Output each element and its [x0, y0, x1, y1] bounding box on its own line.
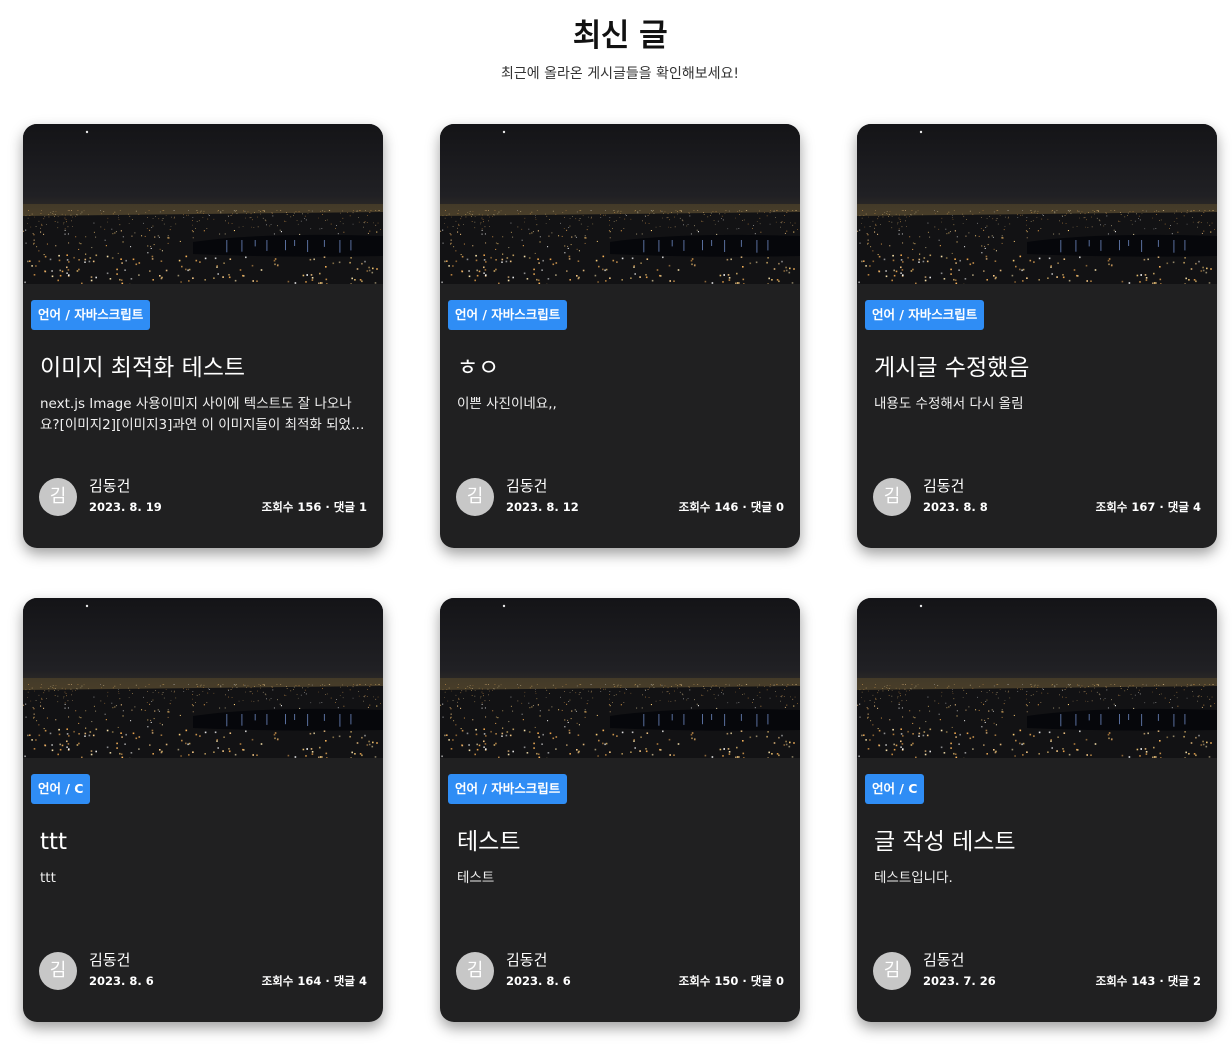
- category-badge[interactable]: 언어 / 자바스크립트: [31, 300, 151, 330]
- author-avatar: 김: [456, 478, 494, 516]
- comments-label: 댓글: [750, 974, 772, 988]
- author-name: 김동건: [89, 951, 131, 969]
- post-stats: 조회수 146 · 댓글 0: [679, 499, 784, 515]
- post-stats: 조회수 164 · 댓글 4: [262, 973, 367, 989]
- views-label: 조회수: [1095, 500, 1128, 514]
- page-subtitle: 최근에 올라온 게시글들을 확인해보세요!: [501, 66, 739, 82]
- post-stats: 조회수 167 · 댓글 4: [1096, 499, 1201, 515]
- post-excerpt: 테스트: [457, 870, 495, 886]
- stats-separator: ·: [325, 974, 330, 988]
- latest-posts-page: 최신 글 최근에 올라온 게시글들을 확인해보세요! 언어 / 자바스크립트 이…: [0, 0, 1232, 1044]
- views-count: 150: [714, 974, 739, 988]
- post-excerpt: 내용도 수정해서 다시 올림: [874, 396, 1024, 412]
- author-name: 김동건: [506, 951, 548, 969]
- post-date: 2023. 8. 6: [89, 974, 154, 988]
- post-date: 2023. 8. 8: [923, 500, 988, 514]
- category-badge[interactable]: 언어 / 자바스크립트: [865, 300, 985, 330]
- post-card[interactable]: 언어 / 자바스크립트 게시글 수정했음 내용도 수정해서 다시 올림 김 김동…: [857, 124, 1217, 548]
- stats-separator: ·: [742, 974, 747, 988]
- post-title[interactable]: 테스트: [457, 826, 787, 858]
- post-thumbnail-night-city-photo[interactable]: [23, 598, 383, 758]
- post-title[interactable]: 이미지 최적화 테스트: [40, 352, 370, 384]
- comments-count: 4: [358, 974, 367, 988]
- page-title: 최신 글: [572, 18, 668, 54]
- post-date: 2023. 8. 19: [89, 500, 162, 514]
- post-title[interactable]: 글 작성 테스트: [874, 826, 1204, 858]
- author-name: 김동건: [506, 477, 548, 495]
- comments-count: 2: [1192, 974, 1201, 988]
- post-title[interactable]: ㅎㅇ: [457, 352, 787, 384]
- post-excerpt: ttt: [40, 870, 56, 886]
- views-label: 조회수: [1095, 974, 1128, 988]
- post-card[interactable]: 언어 / 자바스크립트 ㅎㅇ 이쁜 사진이네요,, 김 김동건 2023. 8.…: [440, 124, 800, 548]
- post-thumbnail-night-city-photo[interactable]: [440, 124, 800, 284]
- post-stats: 조회수 156 · 댓글 1: [262, 499, 367, 515]
- category-badge[interactable]: 언어 / C: [865, 774, 925, 804]
- author-avatar: 김: [39, 952, 77, 990]
- post-grid: 언어 / 자바스크립트 이미지 최적화 테스트 next.js Image 사용…: [23, 124, 1217, 1022]
- views-count: 143: [1131, 974, 1156, 988]
- views-count: 164: [297, 974, 322, 988]
- category-badge[interactable]: 언어 / 자바스크립트: [448, 774, 568, 804]
- post-title[interactable]: ttt: [40, 826, 370, 858]
- author-name: 김동건: [923, 477, 965, 495]
- post-excerpt: 이쁜 사진이네요,,: [457, 396, 557, 412]
- stats-separator: ·: [1159, 974, 1164, 988]
- post-title[interactable]: 게시글 수정했음: [874, 352, 1204, 384]
- stats-separator: ·: [325, 500, 330, 514]
- comments-count: 0: [775, 974, 784, 988]
- category-badge[interactable]: 언어 / C: [31, 774, 91, 804]
- stats-separator: ·: [742, 500, 747, 514]
- post-thumbnail-night-city-photo[interactable]: [857, 124, 1217, 284]
- author-avatar: 김: [873, 952, 911, 990]
- views-label: 조회수: [678, 974, 711, 988]
- author-name: 김동건: [923, 951, 965, 969]
- author-avatar: 김: [39, 478, 77, 516]
- views-label: 조회수: [261, 500, 294, 514]
- author-name: 김동건: [89, 477, 131, 495]
- views-count: 167: [1131, 500, 1156, 514]
- post-date: 2023. 7. 26: [923, 974, 996, 988]
- author-avatar: 김: [873, 478, 911, 516]
- post-stats: 조회수 150 · 댓글 0: [679, 973, 784, 989]
- post-card[interactable]: 언어 / 자바스크립트 이미지 최적화 테스트 next.js Image 사용…: [23, 124, 383, 548]
- post-thumbnail-night-city-photo[interactable]: [440, 598, 800, 758]
- comments-count: 0: [775, 500, 784, 514]
- post-thumbnail-night-city-photo[interactable]: [857, 598, 1217, 758]
- post-card[interactable]: 언어 / C 글 작성 테스트 테스트입니다. 김 김동건 2023. 7. 2…: [857, 598, 1217, 1022]
- views-count: 156: [297, 500, 322, 514]
- post-date: 2023. 8. 6: [506, 974, 571, 988]
- post-card[interactable]: 언어 / C ttt ttt 김 김동건 2023. 8. 6 조회수 164 …: [23, 598, 383, 1022]
- comments-label: 댓글: [1167, 500, 1189, 514]
- stats-separator: ·: [1159, 500, 1164, 514]
- comments-count: 1: [358, 500, 367, 514]
- author-avatar: 김: [456, 952, 494, 990]
- post-thumbnail-night-city-photo[interactable]: [23, 124, 383, 284]
- post-excerpt: 테스트입니다.: [874, 870, 953, 886]
- views-label: 조회수: [261, 974, 294, 988]
- post-date: 2023. 8. 12: [506, 500, 579, 514]
- comments-count: 4: [1192, 500, 1201, 514]
- comments-label: 댓글: [750, 500, 772, 514]
- views-count: 146: [714, 500, 739, 514]
- post-stats: 조회수 143 · 댓글 2: [1096, 973, 1201, 989]
- comments-label: 댓글: [1167, 974, 1189, 988]
- category-badge[interactable]: 언어 / 자바스크립트: [448, 300, 568, 330]
- comments-label: 댓글: [333, 500, 355, 514]
- comments-label: 댓글: [333, 974, 355, 988]
- post-excerpt: next.js Image 사용이미지 사이에 텍스트도 잘 나오나요?[이미지…: [40, 396, 364, 433]
- post-card[interactable]: 언어 / 자바스크립트 테스트 테스트 김 김동건 2023. 8. 6 조회수…: [440, 598, 800, 1022]
- views-label: 조회수: [678, 500, 711, 514]
